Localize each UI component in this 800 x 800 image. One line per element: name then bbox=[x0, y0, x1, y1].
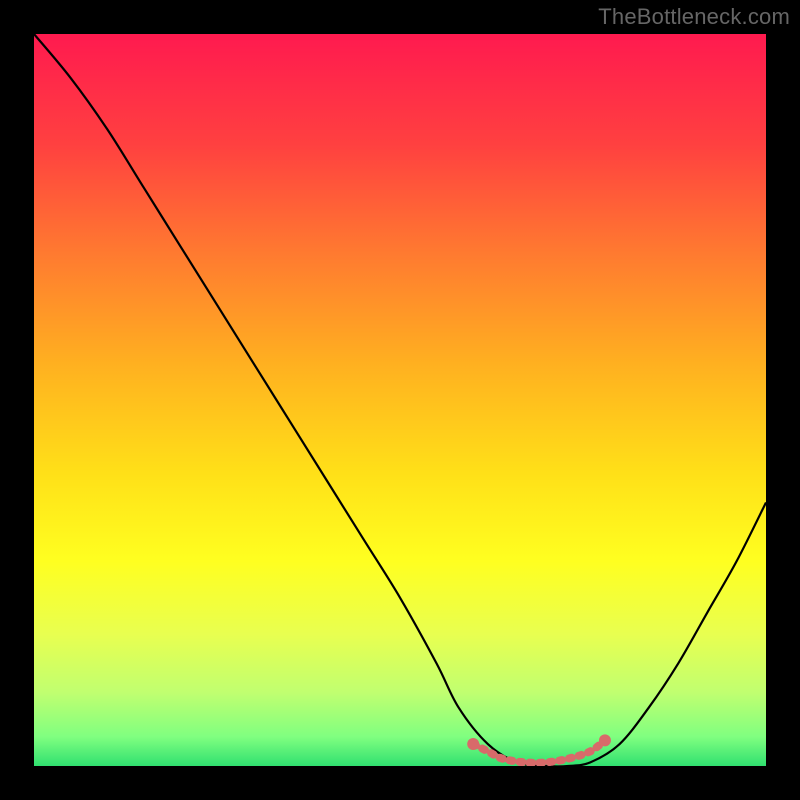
chart-container: TheBottleneck.com bbox=[0, 0, 800, 800]
bottleneck-chart bbox=[34, 34, 766, 766]
gradient-background bbox=[34, 34, 766, 766]
watermark-text: TheBottleneck.com bbox=[598, 4, 790, 30]
plot-area bbox=[34, 34, 766, 766]
